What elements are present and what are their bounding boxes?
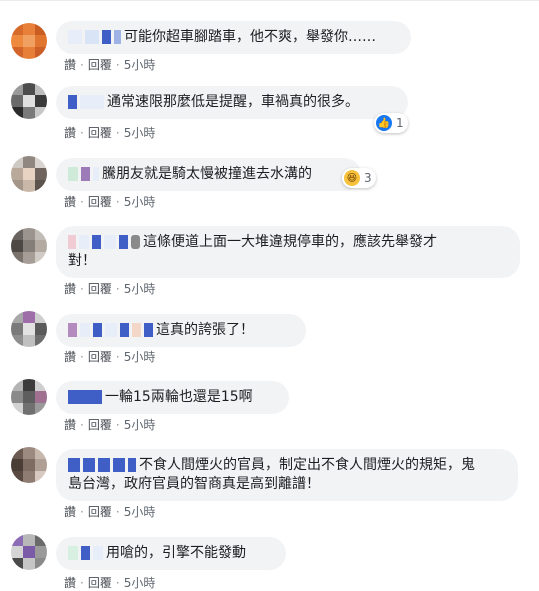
- avatar[interactable]: [11, 379, 47, 415]
- comment-text: 可能你超車腳踏車，他不爽，舉發你……: [124, 29, 376, 45]
- like-icon: 👍: [376, 115, 392, 131]
- redacted-name: [114, 30, 121, 44]
- like-link[interactable]: 讚: [64, 350, 76, 364]
- redacted-name: [93, 167, 99, 181]
- reply-link[interactable]: 回覆: [88, 505, 112, 519]
- avatar[interactable]: [11, 83, 47, 119]
- timestamp[interactable]: 5小時: [124, 195, 156, 209]
- redacted-name: [105, 323, 117, 337]
- comment-actions: 讚 · 回覆 · 5小時: [64, 195, 156, 209]
- like-link[interactable]: 讚: [64, 505, 76, 519]
- avatar[interactable]: [11, 23, 47, 59]
- redacted-name: [93, 323, 102, 337]
- redacted-name: [83, 458, 95, 472]
- redacted-name: [80, 323, 90, 337]
- like-link[interactable]: 讚: [64, 576, 76, 590]
- timestamp[interactable]: 5小時: [124, 505, 156, 519]
- comment-text: 這真的誇張了！: [156, 322, 254, 338]
- timestamp[interactable]: 5小時: [124, 418, 156, 432]
- redacted-name: [132, 323, 141, 337]
- redacted-name: [80, 95, 104, 109]
- reply-link[interactable]: 回覆: [88, 418, 112, 432]
- divider: [0, 0, 539, 1]
- comment-text: 用嗆的，引擎不能發動: [106, 545, 246, 561]
- redacted-name: [131, 235, 140, 249]
- reply-link[interactable]: 回覆: [88, 350, 112, 364]
- timestamp[interactable]: 5小時: [124, 350, 156, 364]
- comment-actions: 讚 · 回覆 · 5小時: [64, 418, 156, 432]
- comment-text: 友就是騎太慢被撞進去水溝的: [130, 166, 312, 182]
- redacted-name: [113, 458, 125, 472]
- like-link[interactable]: 讚: [64, 126, 76, 140]
- redacted-name: [68, 235, 76, 249]
- redacted-name: [128, 458, 136, 472]
- comment-bubble: 一輪15兩輪也還是15啊: [56, 381, 289, 414]
- comment-text: 這條便道上面一大堆違規停車的，應該先舉發才: [143, 234, 437, 250]
- avatar[interactable]: [11, 534, 47, 570]
- redacted-name: [81, 546, 90, 560]
- comment-bubble: 這條便道上面一大堆違規停車的，應該先舉發才對！: [56, 226, 520, 278]
- comment-text: 島台灣，政府官員的智商真是高到離譜！: [68, 476, 320, 492]
- redacted-name: [104, 235, 116, 249]
- redacted-name: [68, 390, 102, 404]
- avatar[interactable]: [11, 447, 47, 483]
- comment-bubble: 騰朋友就是騎太慢被撞進去水溝的: [56, 158, 361, 191]
- reply-link[interactable]: 回覆: [88, 58, 112, 72]
- comment-text-prefix: 騰朋: [102, 166, 130, 182]
- comment-actions: 讚 · 回覆 · 5小時: [64, 126, 156, 140]
- avatar[interactable]: [11, 156, 47, 192]
- comment-actions: 讚 · 回覆 · 5小時: [64, 576, 156, 590]
- comment-text: 不食人間煙火的官員，制定出不食人間煙火的規矩，鬼: [139, 457, 475, 473]
- comment-bubble: 通常速限那麼低是提醒，車禍真的很多。: [56, 86, 408, 119]
- redacted-name: [92, 235, 101, 249]
- redacted-name: [144, 323, 153, 337]
- like-link[interactable]: 讚: [64, 195, 76, 209]
- comment-text: 通常速限那麼低是提醒，車禍真的很多。: [107, 94, 359, 110]
- timestamp[interactable]: 5小時: [124, 126, 156, 140]
- haha-icon: 😆: [344, 170, 360, 186]
- comment-bubble: 這真的誇張了！: [56, 314, 306, 347]
- redacted-name: [68, 95, 77, 109]
- timestamp[interactable]: 5小時: [124, 282, 156, 296]
- reply-link[interactable]: 回覆: [88, 195, 112, 209]
- timestamp[interactable]: 5小時: [124, 58, 156, 72]
- redacted-name: [81, 167, 90, 181]
- reaction-summary[interactable]: 😆 3: [342, 168, 376, 188]
- comment-text: 一輪15兩輪也還是15啊: [105, 389, 253, 405]
- like-link[interactable]: 讚: [64, 418, 76, 432]
- reaction-count: 3: [364, 171, 372, 185]
- redacted-name: [79, 235, 89, 249]
- comment-bubble: 不食人間煙火的官員，制定出不食人間煙火的規矩，鬼島台灣，政府官員的智商真是高到離…: [56, 449, 518, 501]
- reply-link[interactable]: 回覆: [88, 576, 112, 590]
- comment-actions: 讚 · 回覆 · 5小時: [64, 350, 156, 364]
- comment-actions: 讚 · 回覆 · 5小時: [64, 282, 156, 296]
- like-link[interactable]: 讚: [64, 58, 76, 72]
- redacted-name: [68, 30, 82, 44]
- redacted-name: [68, 458, 80, 472]
- comment-actions: 讚 · 回覆 · 5小時: [64, 58, 156, 72]
- redacted-name: [68, 167, 78, 181]
- redacted-name: [102, 30, 111, 44]
- redacted-name: [68, 546, 78, 560]
- comment-text: 對！: [68, 253, 96, 269]
- reply-link[interactable]: 回覆: [88, 126, 112, 140]
- redacted-name: [68, 323, 77, 337]
- comment-bubble: 可能你超車腳踏車，他不爽，舉發你……: [56, 21, 411, 54]
- reaction-count: 1: [396, 116, 404, 130]
- redacted-name: [119, 235, 128, 249]
- redacted-name: [93, 546, 103, 560]
- avatar[interactable]: [11, 311, 47, 347]
- avatar[interactable]: [11, 228, 47, 264]
- reaction-summary[interactable]: 👍 1: [374, 113, 408, 133]
- reply-link[interactable]: 回覆: [88, 282, 112, 296]
- like-link[interactable]: 讚: [64, 282, 76, 296]
- comment-bubble: 用嗆的，引擎不能發動: [56, 537, 286, 570]
- redacted-name: [98, 458, 110, 472]
- redacted-name: [120, 323, 129, 337]
- redacted-name: [85, 30, 99, 44]
- comment-actions: 讚 · 回覆 · 5小時: [64, 505, 156, 519]
- timestamp[interactable]: 5小時: [124, 576, 156, 590]
